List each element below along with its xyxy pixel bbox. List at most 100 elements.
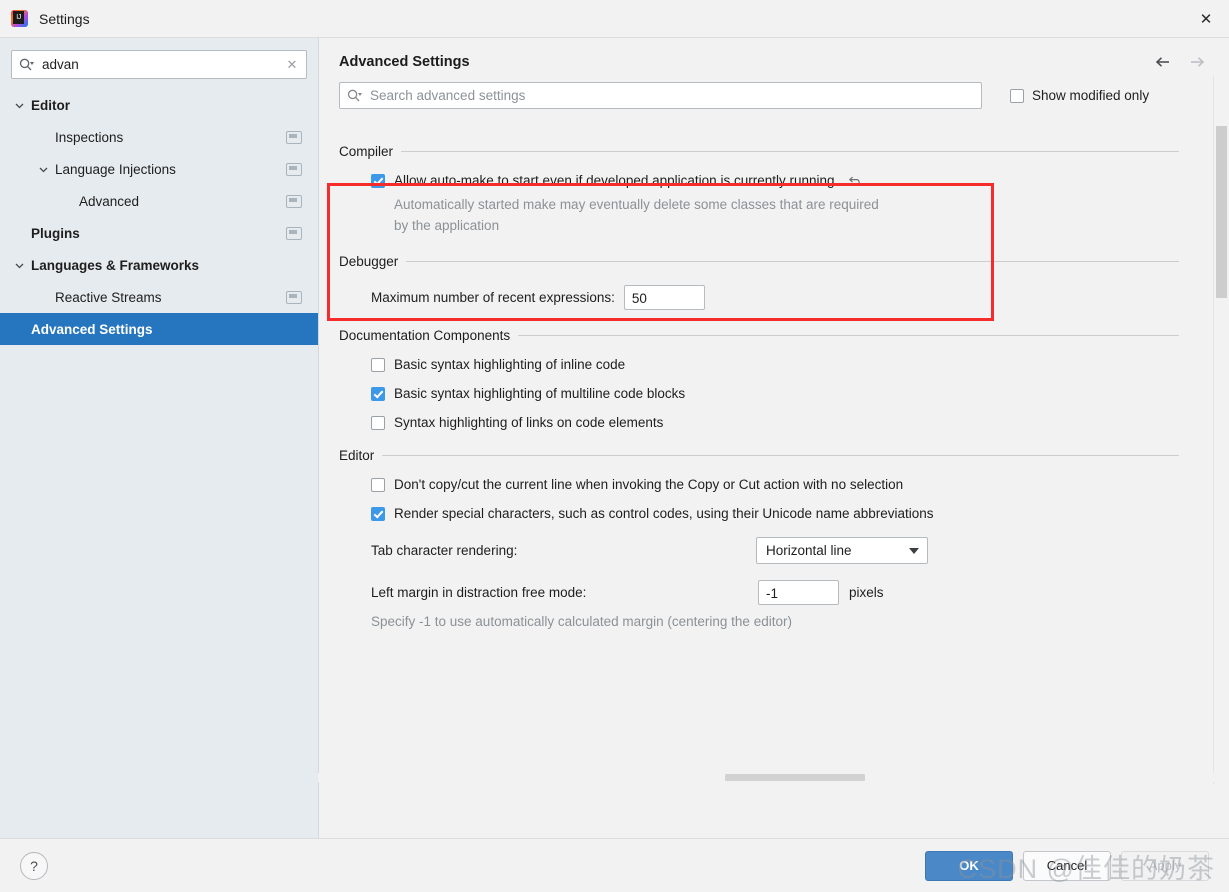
sidebar-item-languages-frameworks[interactable]: Languages & Frameworks bbox=[0, 249, 318, 281]
checkbox-box bbox=[371, 477, 385, 492]
sidebar-item-label: Advanced bbox=[79, 193, 140, 209]
checkbox-box bbox=[371, 357, 385, 372]
settings-main-panel: Advanced Settings Search advanced settin… bbox=[319, 38, 1229, 838]
panel-search-row: Search advanced settings Show modified o… bbox=[339, 82, 1207, 109]
setting-checkbox[interactable]: Render special characters, such as contr… bbox=[339, 506, 1209, 521]
setting-checkbox[interactable]: Allow auto-make to start even if develop… bbox=[339, 173, 1209, 188]
intellij-idea-logo-icon bbox=[11, 10, 28, 27]
setting-label: Don't copy/cut the current line when inv… bbox=[394, 477, 904, 493]
sidebar-item-advanced-settings[interactable]: Advanced Settings bbox=[0, 313, 318, 345]
setting-label: Render special characters, such as contr… bbox=[394, 506, 934, 522]
project-scope-icon bbox=[286, 130, 302, 144]
arrow-left-icon[interactable] bbox=[1153, 52, 1173, 72]
project-scope-icon bbox=[286, 194, 302, 208]
show-modified-only-checkbox[interactable]: Show modified only bbox=[1010, 88, 1149, 103]
section-header: Compiler bbox=[339, 144, 1209, 159]
footer-actions: OK Cancel Apply bbox=[925, 850, 1209, 881]
search-icon bbox=[18, 57, 34, 73]
sidebar-item-advanced[interactable]: Advanced bbox=[0, 185, 318, 217]
setting-label: Syntax highlighting of links on code ele… bbox=[394, 415, 664, 431]
setting-description: Automatically started make may eventuall… bbox=[394, 197, 879, 233]
max-recent-expressions-input[interactable]: 50 bbox=[623, 285, 705, 311]
section-divider bbox=[406, 261, 1179, 263]
section-editor: Editor Don't copy/cut the current line wh… bbox=[339, 448, 1209, 633]
advanced-settings-search-input[interactable]: Search advanced settings bbox=[339, 82, 982, 109]
dialog-footer: ? OK Cancel Apply bbox=[0, 838, 1229, 892]
advanced-settings-search-placeholder: Search advanced settings bbox=[370, 88, 526, 103]
setting-textfield-row: Left margin in distraction free mode: -1 p… bbox=[339, 580, 1209, 606]
search-icon bbox=[346, 88, 362, 104]
sidebar-item-label: Languages & Frameworks bbox=[31, 257, 200, 273]
setting-label: Left margin in distraction free mode: bbox=[371, 585, 587, 601]
cancel-button[interactable]: Cancel bbox=[1023, 850, 1111, 881]
vertical-scrollbar[interactable] bbox=[1213, 76, 1229, 784]
section-divider bbox=[382, 455, 1179, 457]
setting-checkbox[interactable]: Don't copy/cut the current line when inv… bbox=[339, 477, 1209, 492]
unit-label: pixels bbox=[849, 585, 884, 601]
horizontal-scrollbar-thumb[interactable] bbox=[725, 774, 865, 781]
setting-checkbox[interactable]: Basic syntax highlighting of multiline c… bbox=[339, 386, 1209, 401]
revert-arrow-icon[interactable] bbox=[848, 173, 863, 188]
setting-checkbox[interactable]: Basic syntax highlighting of inline code bbox=[339, 357, 1209, 372]
horizontal-scrollbar[interactable] bbox=[318, 773, 1214, 782]
sidebar-search-field[interactable]: advan ✕ bbox=[11, 50, 307, 79]
navigation-arrows bbox=[1153, 52, 1207, 72]
chevron-down-icon[interactable] bbox=[11, 260, 27, 271]
close-icon[interactable]: ✕ bbox=[1183, 0, 1229, 37]
settings-scroll-area: Compiler Allow auto-make to start even if… bbox=[319, 126, 1229, 838]
project-scope-icon bbox=[286, 226, 302, 240]
show-modified-only-label: Show modified only bbox=[1032, 88, 1150, 103]
sidebar-item-reactive-streams[interactable]: Reactive Streams bbox=[0, 281, 318, 313]
section-debugger: Debugger Maximum number of recent express… bbox=[339, 254, 1209, 311]
apply-button[interactable]: Apply bbox=[1121, 850, 1209, 881]
section-header: Documentation Components bbox=[339, 328, 1209, 343]
sidebar-item-language-injections[interactable]: Language Injections bbox=[0, 153, 318, 185]
section-documentation-components: Documentation Components Basic syntax hig… bbox=[339, 328, 1209, 430]
checkbox-box bbox=[371, 506, 385, 521]
setting-checkbox[interactable]: Syntax highlighting of links on code ele… bbox=[339, 415, 1209, 430]
section-title: Documentation Components bbox=[339, 328, 511, 344]
left-margin-input[interactable]: -1 bbox=[758, 580, 839, 606]
chevron-down-icon[interactable] bbox=[11, 100, 27, 111]
checkbox-box bbox=[371, 415, 385, 430]
dialog-body: advan ✕ Editor Inspections Language Inject… bbox=[0, 38, 1229, 838]
section-header: Editor bbox=[339, 448, 1209, 463]
sidebar-search-value: advan bbox=[42, 57, 79, 72]
section-header: Debugger bbox=[339, 254, 1209, 269]
chevron-down-icon[interactable] bbox=[35, 164, 51, 175]
tab-character-rendering-select[interactable]: Horizontal line bbox=[756, 537, 928, 565]
sidebar-search-wrapper: advan ✕ bbox=[0, 38, 318, 89]
sidebar-item-inspections[interactable]: Inspections bbox=[0, 121, 318, 153]
setting-label: Maximum number of recent expressions: bbox=[371, 290, 615, 306]
checkbox-box bbox=[371, 386, 385, 401]
ok-button[interactable]: OK bbox=[925, 850, 1013, 881]
section-divider bbox=[401, 151, 1179, 152]
select-value: Horizontal line bbox=[766, 543, 852, 559]
setting-description: Specify -1 to use automatically calculat… bbox=[371, 614, 792, 630]
setting-label: Allow auto-make to start even if develop… bbox=[394, 173, 835, 188]
sidebar-item-plugins[interactable]: Plugins bbox=[0, 217, 318, 249]
sidebar-item-editor[interactable]: Editor bbox=[0, 89, 318, 121]
setting-combo-row: Tab character rendering: Horizontal line bbox=[339, 537, 1209, 565]
setting-label: Basic syntax highlighting of inline code bbox=[394, 357, 626, 373]
help-button[interactable]: ? bbox=[20, 851, 48, 880]
section-divider bbox=[518, 335, 1179, 337]
settings-tree: Editor Inspections Language Injections Adva… bbox=[0, 89, 318, 345]
section-title: Debugger bbox=[339, 254, 399, 270]
project-scope-icon bbox=[286, 162, 302, 176]
setting-textfield-row: Maximum number of recent expressions: 50 bbox=[339, 285, 1209, 311]
arrow-right-icon bbox=[1187, 52, 1207, 72]
sidebar-item-label: Advanced Settings bbox=[31, 321, 153, 337]
clear-icon[interactable]: ✕ bbox=[284, 57, 300, 73]
window-title: Settings bbox=[39, 10, 90, 27]
settings-sidebar: advan ✕ Editor Inspections Language Inject… bbox=[0, 38, 319, 838]
checkbox-box bbox=[1010, 88, 1024, 103]
page-title: Advanced Settings bbox=[339, 54, 470, 70]
panel-header: Advanced Settings Search advanced settin… bbox=[319, 38, 1229, 109]
settings-sections: Compiler Allow auto-make to start even if… bbox=[319, 144, 1229, 633]
vertical-scrollbar-thumb[interactable] bbox=[1216, 126, 1227, 298]
sidebar-item-label: Editor bbox=[31, 97, 70, 113]
checkbox-box bbox=[371, 173, 385, 188]
sidebar-item-label: Inspections bbox=[55, 129, 124, 145]
sidebar-item-label: Plugins bbox=[31, 225, 80, 241]
